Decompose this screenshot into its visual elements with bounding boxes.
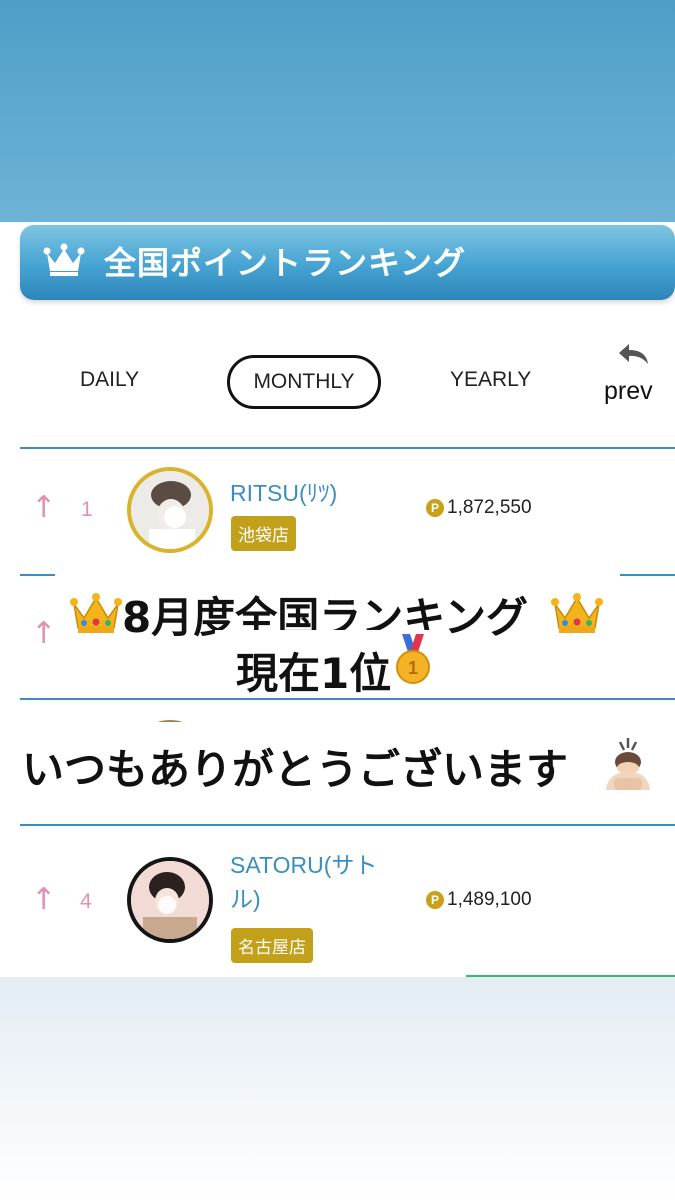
points-number: 1,489,100 <box>447 889 532 910</box>
store-badge: 名古屋店 <box>231 928 313 963</box>
cast-name-line-2: ル) <box>230 886 261 912</box>
tab-yearly[interactable]: YEARLY <box>450 368 531 392</box>
points-number: 1,872,550 <box>447 497 532 518</box>
tab-monthly[interactable]: MONTHLY <box>227 355 381 409</box>
point-coin-icon: P <box>426 891 444 909</box>
announcement-line-2: 現在1位 <box>236 649 392 698</box>
top-background <box>0 0 675 225</box>
gold-medal-icon: 1 <box>396 634 430 684</box>
row-divider <box>20 574 55 576</box>
avatar[interactable] <box>127 857 213 943</box>
row-divider <box>20 824 675 826</box>
bottom-edge-line <box>466 975 675 977</box>
prev-label: prev <box>604 377 653 405</box>
crown-icon <box>43 243 85 276</box>
crown-emoji-icon <box>551 593 603 633</box>
svg-text:1: 1 <box>408 658 418 678</box>
page-title: 全国ポイントランキング <box>104 244 467 282</box>
cast-name-line-1: SATORU(サト <box>230 852 378 878</box>
row-divider <box>20 447 675 449</box>
rank-number: 1 <box>81 498 93 521</box>
row-divider <box>620 574 675 576</box>
bottom-background <box>0 977 675 1200</box>
avatar[interactable] <box>127 467 213 553</box>
point-coin-icon: P <box>426 499 444 517</box>
bowing-person-icon <box>606 738 650 790</box>
cast-name[interactable]: SATORU(サト ル) <box>230 848 377 916</box>
tab-daily[interactable]: DAILY <box>80 368 139 392</box>
trend-up-arrow: ↑ <box>31 490 57 525</box>
prev-button[interactable]: prev <box>601 342 667 408</box>
points-value: P 1,872,550 <box>426 497 532 519</box>
crown-emoji-icon <box>70 593 122 633</box>
store-badge: 池袋店 <box>231 516 296 551</box>
back-arrow-icon <box>619 344 648 364</box>
trend-up-arrow: ↑ <box>31 882 57 917</box>
trend-up-arrow: ↑ <box>31 616 57 651</box>
points-value: P 1,489,100 <box>426 889 532 911</box>
cast-name[interactable]: RITSU(ﾘﾂ) <box>230 476 337 510</box>
rank-number: 4 <box>80 890 92 913</box>
announcement-line-3: いつもありがとうございます <box>22 745 569 794</box>
